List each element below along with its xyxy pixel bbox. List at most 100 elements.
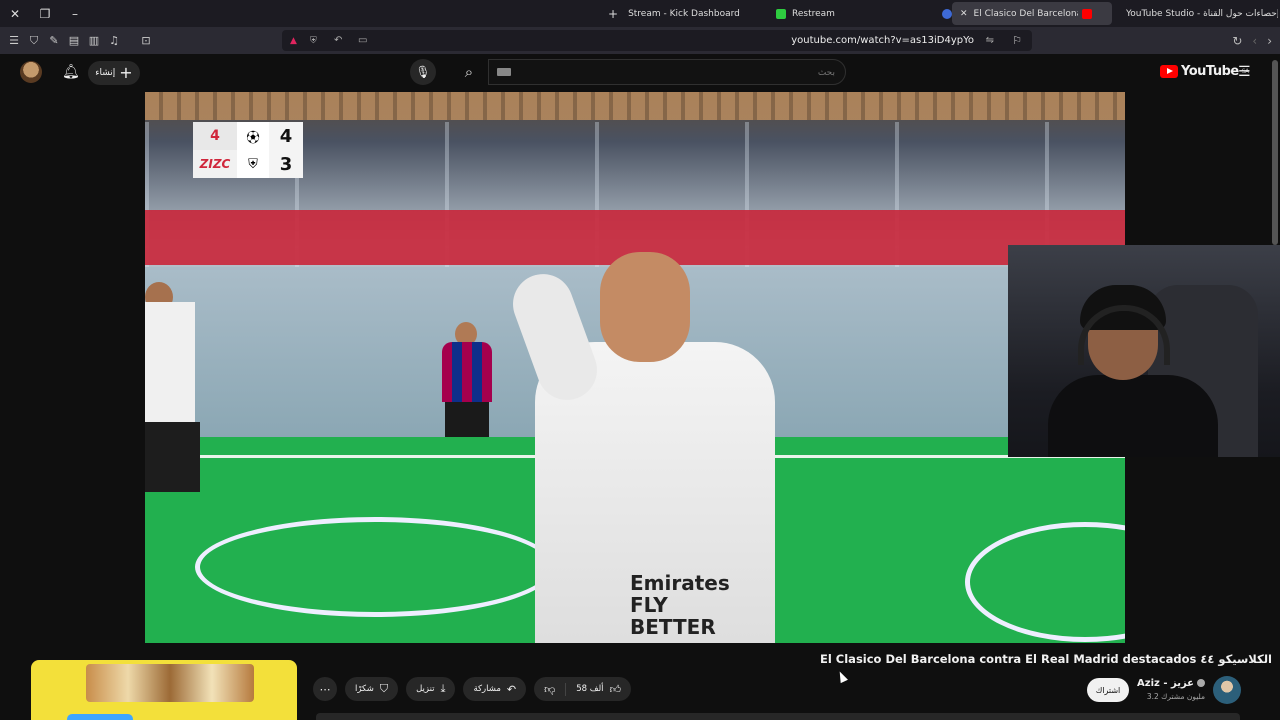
keyboard-icon[interactable] [497,68,511,76]
league-logo-1: 4 [193,122,237,150]
player-left [145,282,215,562]
url-text: youtube.com/watch?v=as13iD4ypYo [791,35,974,46]
minimize-window-icon[interactable]: – [60,7,90,21]
search-field[interactable] [488,59,846,85]
translate-icon[interactable]: ⇋ [986,35,994,46]
subscribe-button[interactable]: اشتراك [1087,678,1129,702]
share-icon: ↶ [506,682,517,696]
barcelona-crest-icon: ⛨ [237,150,269,178]
scoreboard: 4 ⚽︎ 4 ZIZC ⛨ 3 [193,122,303,178]
score-team-1: 4 [269,122,303,150]
share-button[interactable]: مشاركة ↶ [463,677,527,701]
nav-buttons: ↻ ‹ › [1232,34,1272,48]
menu-icon[interactable]: ☰ [6,33,22,49]
address-bar[interactable]: ▲ ⛨ ↶ ▭ youtube.com/watch?v=as13iD4ypYo … [282,30,1032,51]
search-icon[interactable]: ⌕ [448,59,490,85]
youtube-logo[interactable]: YouTube SA [1160,64,1249,79]
extension-icon[interactable]: ✎ [46,33,62,49]
video-player[interactable]: Emirates FLY BETTER 4 ⚽︎ 4 ZIZC ⛨ 3 [145,92,1125,643]
thanks-button[interactable]: شكرًا ⛉ [345,677,399,701]
more-horizontal-icon: ⋯ [319,682,331,696]
league-logo-2: ZIZC [193,150,237,178]
notifications-bell-icon[interactable]: 🔔︎ [62,64,80,80]
screenshot-icon[interactable]: ⊡ [138,33,154,49]
player-head [600,252,690,362]
like-button[interactable]: 58 ألف 👍︎ [566,683,631,696]
forward-icon[interactable]: › [1267,34,1272,48]
description-box-edge[interactable] [316,713,1240,720]
reload-icon[interactable]: ↻ [1232,34,1242,48]
subscriber-count: 3.2 مليون مشترك [1146,692,1205,701]
back-arrow-icon[interactable]: ↶ [334,35,342,46]
toolbar-icons: ☰ ⛉ ✎ ▤ ▥ ♫ ⊡ [0,33,154,49]
youtube-play-icon [1160,65,1178,78]
player-shirt [442,342,492,402]
search-input[interactable] [489,61,845,85]
restore-window-icon[interactable]: ❐ [30,7,60,21]
score-team-2: 3 [269,150,303,178]
browser-toolbar: ☰ ⛉ ✎ ▤ ▥ ♫ ⊡ ▲ ⛨ ↶ ▭ youtube.com/watch?… [0,27,1280,54]
arena-ceiling [145,92,1125,120]
super-thanks-icon: ⛉ [379,682,389,695]
player-shorts [145,422,200,492]
tab-title: YouTube Studio - إحصاءات حول القناة [1126,8,1278,19]
tab-title: Stream - Kick Dashboard [628,8,740,19]
pitch-center-circle [195,517,555,617]
ad-cta-button[interactable] [67,714,133,720]
streamer-body [1048,375,1218,457]
player-shorts [445,402,489,437]
youtube-header: 🔔︎ إنشاء + 🎙︎ ⌕ YouTube SA ☰ [0,54,1280,92]
close-window-icon[interactable]: ✕ [0,7,30,21]
scoreboard-row-1: 4 ⚽︎ 4 [193,122,303,150]
download-button[interactable]: تنزيل ⤓ [406,677,456,701]
page-scrollbar[interactable] [1272,60,1278,245]
close-tab-icon[interactable]: ✕ [960,9,968,19]
like-count: 58 ألف [576,684,604,694]
channel-info: اشتراك Aziz - عزيز 3.2 مليون مشترك [1087,676,1243,706]
dislike-button-icon[interactable]: 👎︎ [534,682,567,696]
bookmark-icon[interactable]: ⚐ [1012,34,1022,47]
tab-el-clasico[interactable]: ✕ El Clasico Del Barcelona contra [952,2,1112,25]
guide-menu-icon[interactable]: ☰ [1238,64,1251,80]
alert-icon[interactable]: ▲ [290,36,297,46]
channel-name-text: Aziz - عزيز [1137,678,1194,689]
window-controls: ✕ ❐ – [0,0,90,27]
mouse-cursor-icon [836,669,848,684]
plus-icon: + [119,63,133,82]
like-dislike-group: 👎︎ 58 ألف 👍︎ [534,677,632,701]
download-label: تنزيل [416,684,435,694]
tab-restream[interactable]: Restream [762,2,843,25]
voice-search-mic-icon[interactable]: 🎙︎ [410,59,436,85]
music-icon[interactable]: ♫ [106,33,122,49]
sponsored-ad-card[interactable] [31,660,297,720]
player-shirt [145,302,195,422]
youtube-favicon-icon [1081,8,1092,19]
picture-in-picture-icon[interactable]: ▭ [358,35,367,46]
share-label: مشاركة [473,684,501,694]
create-button[interactable]: إنشاء + [88,61,140,85]
sidebar-icon[interactable]: ▥ [86,33,102,49]
divider [126,33,134,49]
scoreboard-row-2: ZIZC ⛨ 3 [193,150,303,178]
tab-kick-dashboard[interactable]: + Stream - Kick Dashboard [600,2,748,25]
thumbs-up-icon: 👍︎ [609,682,622,696]
video-actions: ⋯ شكرًا ⛉ تنزيل ⤓ مشاركة ↶ 👎︎ 58 ألف 👍︎ [313,677,632,701]
tab-title: Restream [792,8,835,19]
kick-favicon-icon [776,8,786,19]
thanks-label: شكرًا [355,684,374,694]
new-tab-plus-icon[interactable]: + [608,7,618,21]
tabs-icon[interactable]: ▤ [66,33,82,49]
real-madrid-crest-icon: ⚽︎ [237,122,269,150]
channel-avatar[interactable] [1213,676,1241,704]
browser-tab-bar: ✕ ❐ – + Stream - Kick Dashboard Restream… [0,0,1280,27]
account-avatar[interactable] [20,61,42,83]
shield-icon[interactable]: ⛉ [26,33,42,49]
restream-favicon-icon [942,8,952,19]
download-icon: ⤓ [440,682,446,695]
shirt-sponsor-text: Emirates FLY BETTER [630,571,730,639]
brave-shield-icon[interactable]: ⛨ [310,36,317,46]
channel-name[interactable]: Aziz - عزيز [1137,678,1205,689]
tab-youtube-studio[interactable]: YouTube Studio - إحصاءات حول القناة [1118,2,1278,25]
more-actions-button[interactable]: ⋯ [313,677,337,701]
back-icon[interactable]: ‹ [1252,34,1257,48]
